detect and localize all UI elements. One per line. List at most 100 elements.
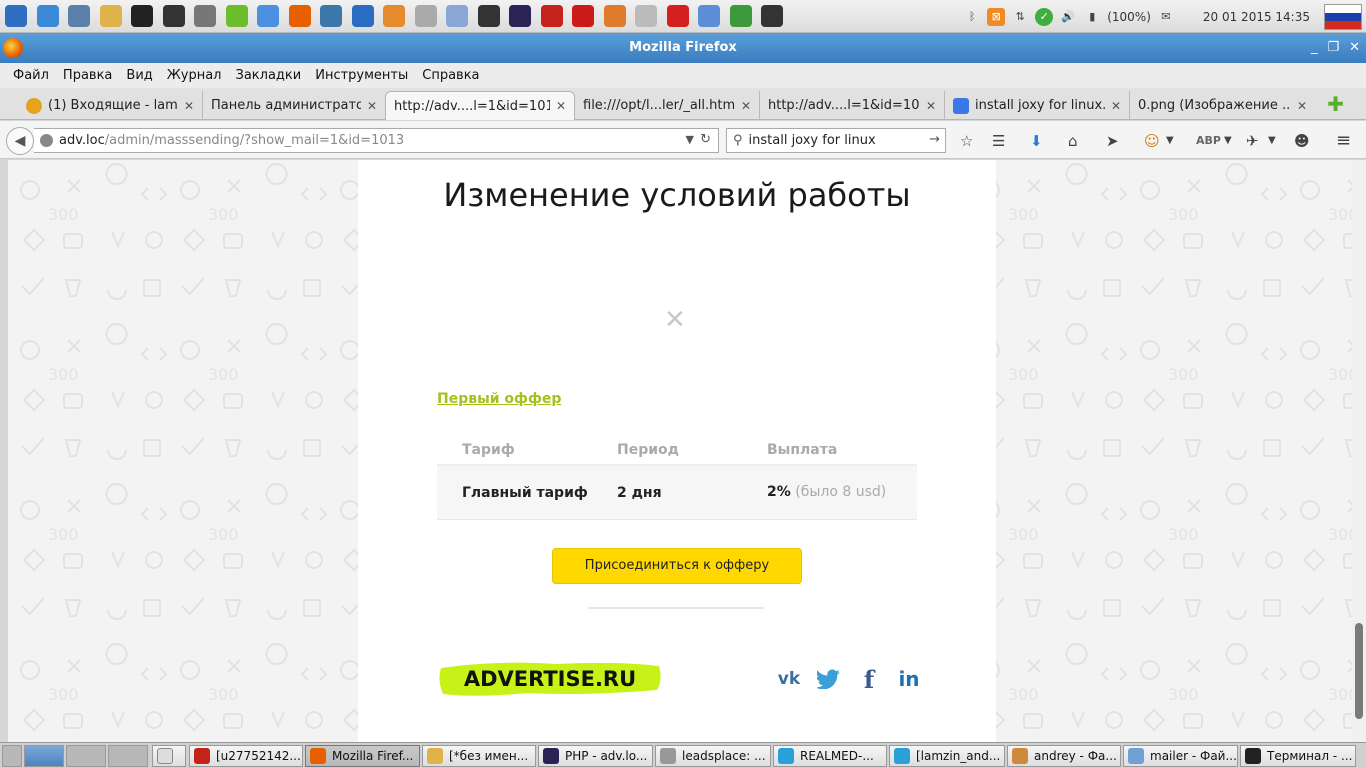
workspace-1[interactable] [24,745,64,767]
close-window-button[interactable]: ✕ [1349,33,1360,63]
vk-icon[interactable]: vk [776,666,802,692]
keyboard-layout-flag-icon[interactable] [1324,3,1362,30]
chevron-down-icon[interactable]: ▼ [1166,131,1174,151]
show-desktop-icon[interactable] [2,745,22,767]
join-offer-button[interactable]: Присоединиться к офферу [552,548,802,584]
network-icon[interactable]: ⇅ [1011,8,1029,26]
filezilla-icon[interactable] [540,5,563,27]
chevron-down-icon[interactable]: ▼ [1268,131,1276,151]
taskbar-item[interactable]: Mozilla Firef... [305,745,420,767]
stop-icon[interactable] [666,5,689,27]
back-button[interactable]: ◀ [6,127,34,155]
send-arrow-icon[interactable]: ➤ [1106,131,1119,151]
play-icon[interactable] [225,5,248,27]
menu-history[interactable]: Журнал [160,68,229,83]
chat-bubbles-icon[interactable] [698,5,720,27]
firefox-icon[interactable] [3,38,23,58]
twitter-icon[interactable] [816,666,842,692]
page-scrollbar[interactable] [1352,160,1366,742]
terminal-icon[interactable] [162,5,185,27]
python-icon[interactable] [320,5,342,27]
reload-icon[interactable]: ↻ [700,132,711,147]
close-tab-icon[interactable]: ✕ [367,99,377,113]
battery-icon[interactable]: ▮ [1083,8,1101,26]
chat-face-icon[interactable]: ☻ [1294,131,1310,151]
menu-edit[interactable]: Правка [56,68,119,83]
tab-adv-active[interactable]: http://adv....l=1&id=1013 ✕ [385,91,575,120]
close-tab-icon[interactable]: ✕ [184,99,194,113]
taskbar-item[interactable]: [u27752142... [189,745,303,767]
opera-icon[interactable] [572,5,594,27]
swirl-app-icon[interactable] [603,5,626,27]
facebook-icon[interactable]: f [856,665,882,694]
bookmarks-list-icon[interactable]: ☰ [992,131,1005,151]
ghostery-icon[interactable]: ✈ [1246,131,1259,151]
kde-menu-icon[interactable] [5,5,27,27]
tab-adv-2[interactable]: http://adv....l=1&id=1013 ✕ [760,91,945,120]
close-tab-icon[interactable]: ✕ [741,99,751,113]
tab-google-search[interactable]: install joxy for linux... ✕ [945,91,1130,120]
taskbar-item[interactable]: mailer - Фай... [1123,745,1238,767]
tab-file-all[interactable]: file:///opt/l...ler/_all.html ✕ [575,91,760,120]
volume-icon[interactable]: 🔊 [1059,8,1077,26]
taskbar-item[interactable]: [lamzin_and... [889,745,1005,767]
bookmark-star-icon[interactable]: ☆ [960,131,973,151]
taskbar-item[interactable]: Терминал - ... [1240,745,1356,767]
home-icon[interactable]: ⌂ [1068,131,1078,151]
close-tab-icon[interactable]: ✕ [1111,99,1121,113]
mail-icon[interactable]: ✉ [1157,8,1175,26]
taskbar-item[interactable]: leadsplace: ... [655,745,771,767]
menu-file[interactable]: Файл [6,68,56,83]
clock[interactable]: 20 01 2015 14:35 [1203,10,1310,24]
downloads-arrow-icon[interactable]: ⬇ [1030,131,1043,151]
new-tab-plus-icon[interactable]: ✚ [1327,94,1344,114]
advertise-ru-logo[interactable]: ADVERTISE.RU [437,658,663,698]
adblock-icon[interactable]: ABP [1196,131,1221,151]
menu-view[interactable]: Вид [119,68,159,83]
menu-bookmarks[interactable]: Закладки [229,68,309,83]
linkedin-icon[interactable]: in [896,666,922,692]
hamburger-menu-icon[interactable]: ≡ [1336,131,1351,151]
taskbar-item[interactable]: PHP - adv.lo... [538,745,653,767]
close-tab-icon[interactable]: ✕ [1297,99,1307,113]
taskbar-item[interactable]: [*без имен... [422,745,536,767]
folder-launcher[interactable] [152,745,186,767]
offer-link[interactable]: Первый оффер [437,391,561,407]
system-monitor-icon[interactable] [351,5,374,27]
xfce-mouse-icon[interactable] [131,5,153,27]
maximize-button[interactable]: ❐ [1327,33,1339,63]
arrow-right-icon[interactable]: → [929,132,940,147]
tab-png-image[interactable]: 0.png (Изображение ... ✕ [1130,91,1315,120]
addon-face-icon[interactable]: ☺ [1144,131,1160,151]
close-tab-icon[interactable]: ✕ [556,99,566,113]
microphone-icon[interactable] [446,5,468,27]
eclipse-icon[interactable] [509,5,531,27]
url-bar[interactable]: adv.loc/admin/masssending/?show_mail=1&i… [34,128,719,153]
scrollbar-thumb[interactable] [1355,623,1363,719]
taskbar-item[interactable]: REALMED-... [773,745,887,767]
close-tab-icon[interactable]: ✕ [926,99,936,113]
tab-admin-panel[interactable]: Панель администрато... ✕ [203,91,385,120]
chromium-icon[interactable] [257,5,279,27]
taskbar-item[interactable]: andrey - Фа... [1007,745,1121,767]
monitor-graph-icon[interactable] [477,5,500,27]
search-input[interactable]: install joxy for linux [749,133,876,148]
wifi-icon[interactable] [383,5,405,27]
bluetooth-icon[interactable]: ᛒ [963,8,981,26]
tab-inbox[interactable]: (1) Входящие - lam... ✕ [18,91,203,120]
menu-help[interactable]: Справка [415,68,486,83]
database-icon[interactable] [194,5,216,27]
chevron-down-icon[interactable]: ▼ [686,133,694,146]
download-manager-icon[interactable] [36,5,59,27]
clock-icon[interactable] [635,5,657,27]
minimize-button[interactable]: _ [1311,33,1318,63]
postgresql-elephant-icon[interactable] [68,5,90,27]
xampp-icon[interactable]: ⊠ [987,7,1006,26]
firefox-icon[interactable] [288,5,311,27]
text-editor-icon[interactable] [414,5,437,27]
chevron-down-icon[interactable]: ▼ [1224,131,1232,151]
update-ok-icon[interactable]: ✓ [1035,7,1054,26]
plus-minus-icon[interactable] [729,5,752,27]
workspace-3[interactable] [108,745,148,767]
gnome-icon[interactable] [99,5,122,27]
